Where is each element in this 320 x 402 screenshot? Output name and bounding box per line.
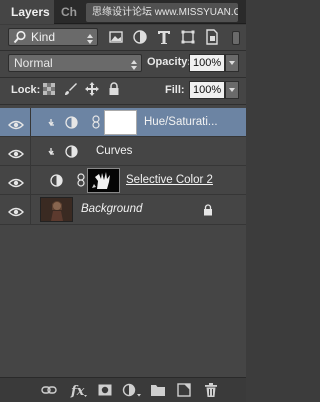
lock-all-icon[interactable] xyxy=(107,82,121,96)
divider xyxy=(0,50,246,51)
layers-bottom-toolbar: fx xyxy=(0,377,246,402)
opacity-label: Opacity: xyxy=(147,56,192,68)
divider xyxy=(0,77,246,78)
layer-image-thumbnail[interactable] xyxy=(40,197,73,222)
eye-icon xyxy=(8,175,24,188)
smart-object-filter-icon[interactable] xyxy=(204,28,220,46)
tab-layers[interactable]: Layers xyxy=(0,0,54,24)
fill-label: Fill: xyxy=(165,84,185,96)
filter-kind-select[interactable]: Kind xyxy=(8,28,98,46)
opacity-dropdown-button[interactable] xyxy=(225,54,239,72)
blend-mode-select[interactable]: Normal xyxy=(8,54,142,72)
adjustment-layer-icon xyxy=(65,116,78,129)
layer-name[interactable]: Hue/Saturati... xyxy=(144,108,218,137)
eye-icon xyxy=(8,204,24,217)
search-icon xyxy=(13,30,27,44)
layer-row-background[interactable]: Background xyxy=(0,195,246,225)
trash-icon[interactable] xyxy=(203,382,219,398)
lock-icon xyxy=(203,203,213,216)
filter-kind-label: Kind xyxy=(31,30,56,44)
eye-icon xyxy=(8,117,24,130)
panel-tab-bar: Layers Ch 思缘设计论坛 www.MISSYUAN.COM xyxy=(0,0,246,24)
type-filter-icon[interactable] xyxy=(156,28,172,46)
add-mask-icon[interactable] xyxy=(97,382,113,398)
lock-image-pixels-icon[interactable] xyxy=(64,82,78,96)
mask-link-icon[interactable] xyxy=(77,173,85,187)
updown-arrows-icon xyxy=(87,32,93,44)
layer-row-curves[interactable]: Curves xyxy=(0,137,246,166)
layer-row-selective-color-2[interactable]: Selective Color 2 xyxy=(0,166,246,195)
adjustment-filter-icon[interactable] xyxy=(132,28,148,46)
visibility-toggle[interactable] xyxy=(0,195,31,225)
clipping-arrow-icon xyxy=(46,146,56,157)
layers-panel: Kind Normal Opacity: 100% Lock: Fill: 10… xyxy=(0,25,246,377)
lock-transparent-pixels-icon[interactable] xyxy=(42,82,56,96)
layer-mask-thumbnail[interactable] xyxy=(87,168,120,193)
layer-name[interactable]: Background xyxy=(81,195,142,224)
filter-toggle-switch[interactable] xyxy=(232,31,240,45)
new-adjustment-icon[interactable] xyxy=(122,382,142,398)
link-layers-icon[interactable] xyxy=(41,382,57,398)
visibility-toggle[interactable] xyxy=(0,108,31,137)
filter-icons xyxy=(108,28,220,46)
new-layer-icon[interactable] xyxy=(176,382,192,398)
visibility-toggle[interactable] xyxy=(0,166,31,195)
layer-mask-thumbnail[interactable] xyxy=(104,110,137,135)
svg-text:fx: fx xyxy=(70,384,85,398)
watermark: 思缘设计论坛 www.MISSYUAN.COM xyxy=(86,3,238,22)
new-group-icon[interactable] xyxy=(150,382,166,398)
shape-filter-icon[interactable] xyxy=(180,28,196,46)
divider xyxy=(0,104,246,105)
fill-dropdown-button[interactable] xyxy=(225,81,239,99)
tab-channels[interactable]: Ch xyxy=(56,0,82,24)
layer-name[interactable]: Curves xyxy=(96,137,132,166)
layer-name[interactable]: Selective Color 2 xyxy=(126,166,213,195)
lock-label: Lock: xyxy=(11,84,41,96)
lock-position-icon[interactable] xyxy=(85,82,99,96)
clipping-arrow-icon xyxy=(46,117,56,128)
fx-icon[interactable]: fx xyxy=(70,382,88,399)
adjustment-layer-icon xyxy=(50,174,63,187)
opacity-input[interactable]: 100% xyxy=(189,54,225,72)
pixel-filter-icon[interactable] xyxy=(108,28,124,46)
layer-row-hue-saturation[interactable]: Hue/Saturati... xyxy=(0,108,246,137)
mask-link-icon[interactable] xyxy=(92,115,100,129)
adjustment-layer-icon xyxy=(65,145,78,158)
eye-icon xyxy=(8,146,24,159)
updown-arrows-icon xyxy=(131,58,137,70)
visibility-toggle[interactable] xyxy=(0,137,31,166)
blend-mode-value: Normal xyxy=(14,56,53,70)
fill-input[interactable]: 100% xyxy=(189,81,225,99)
